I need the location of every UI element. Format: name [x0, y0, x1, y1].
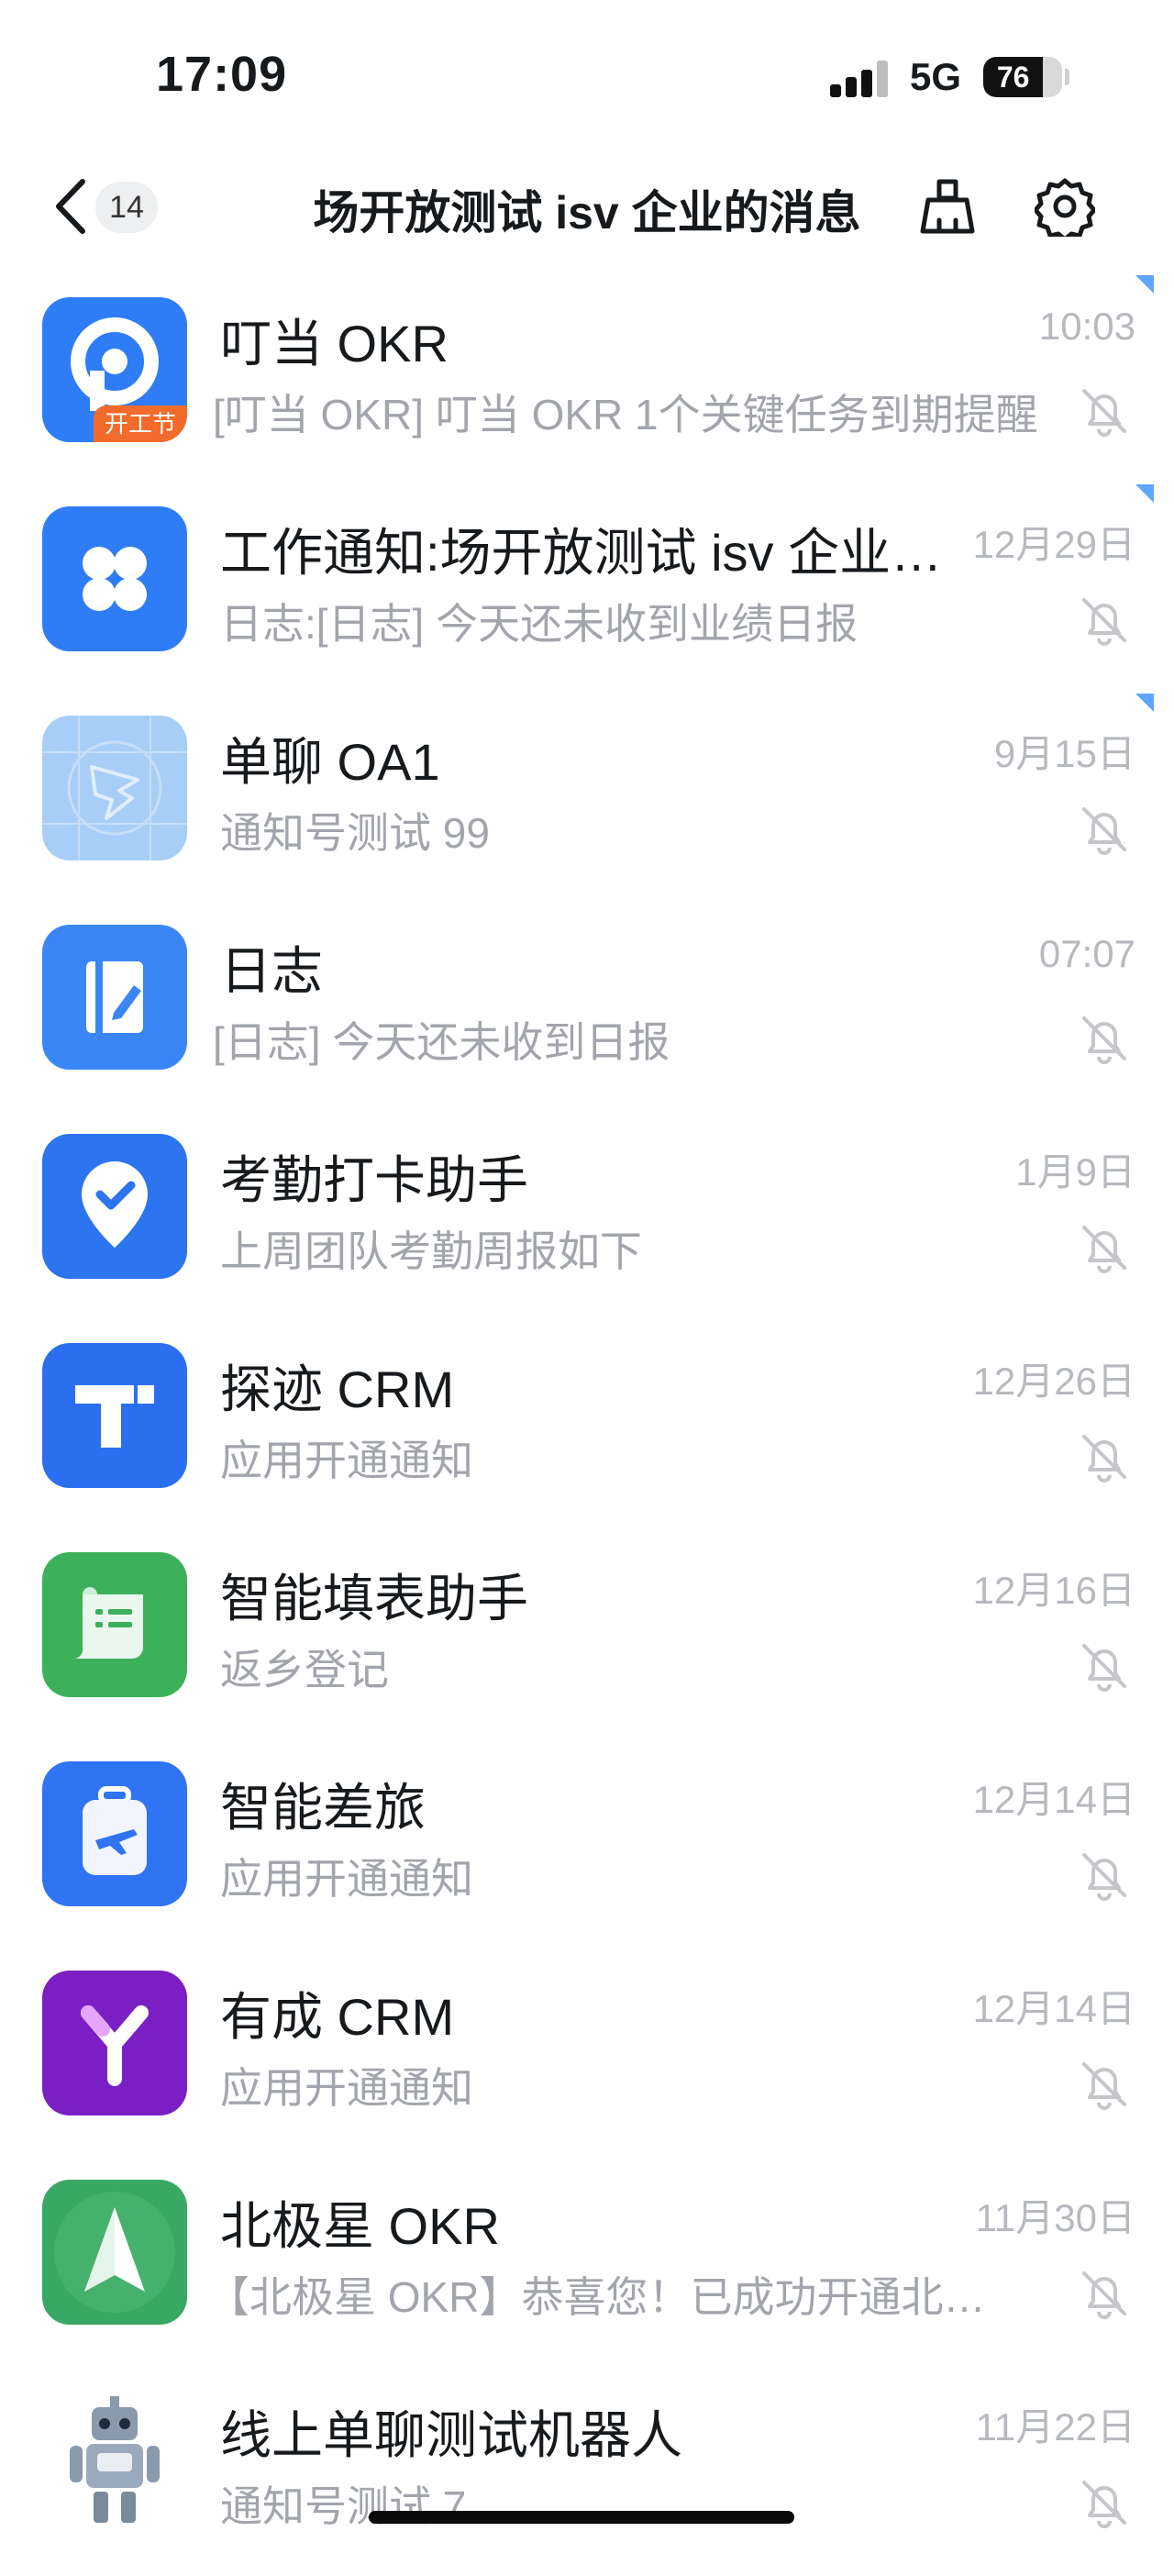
list-item[interactable]: 日志 07:07 [日志] 今天还未收到日报 [0, 903, 1174, 1112]
conversation-name: 工作通知:场开放测试 isv 企业 ... [220, 524, 945, 582]
network-type: 5G [910, 55, 962, 98]
bell-off-icon [1082, 1016, 1126, 1064]
conversation-name: 日志 [220, 942, 323, 1000]
list-item[interactable]: 考勤打卡助手 1月9日 上周团队考勤周报如下 [0, 1112, 1174, 1321]
conversation-time: 12月14日 [972, 1987, 1135, 2030]
list-item[interactable]: 单聊 OA1 9月15日 通知号测试 99 [0, 694, 1174, 903]
dingdang-okr-icon: 开工节 [42, 297, 187, 442]
conversation-preview: 通知号测试 99 [220, 809, 490, 857]
list-item[interactable]: 探迹 CRM 12月26日 应用开通通知 [0, 1321, 1174, 1530]
conversation-preview: 返乡登记 [220, 1646, 389, 1693]
conversation-time: 11月22日 [975, 2405, 1135, 2448]
dingtalk-placeholder-icon [42, 716, 187, 861]
list-item[interactable]: 智能差旅 12月14日 应用开通通知 [0, 1739, 1174, 1949]
conversation-name: 智能差旅 [220, 1779, 426, 1837]
bell-off-icon [1082, 1853, 1126, 1901]
conversation-time: 12月29日 [972, 523, 1135, 566]
conversation-time: 1月9日 [1015, 1150, 1135, 1194]
list-item[interactable]: 开工节 叮当 OKR 10:03 [叮当 OKR] 叮当 OKR 1个关键任务到… [0, 275, 1174, 484]
tanji-crm-icon [42, 1343, 187, 1488]
journal-icon [42, 925, 187, 1070]
home-indicator[interactable] [369, 2511, 794, 2524]
battery-tip [1065, 69, 1069, 85]
polaris-arrow-icon [42, 2180, 187, 2325]
clock: 17:09 [156, 47, 288, 102]
bell-off-icon [1082, 2481, 1126, 2528]
page-title: 场开放测试 isv 企业的消息 [313, 187, 861, 239]
conversation-time: 9月15日 [993, 732, 1135, 775]
travel-suitcase-icon [42, 1761, 187, 1906]
gear-icon [1035, 178, 1095, 237]
youcheng-crm-icon [42, 1971, 187, 2115]
clover-icon [42, 506, 187, 651]
conversation-name: 叮当 OKR [220, 315, 449, 372]
bell-off-icon [1082, 389, 1126, 437]
conversation-name: 北极星 OKR [220, 2197, 500, 2255]
conversation-preview: 应用开通通知 [220, 2064, 473, 2112]
checkin-pin-icon [42, 1134, 187, 1279]
bell-off-icon [1082, 2062, 1126, 2110]
conversation-preview: 上周团队考勤周报如下 [220, 1227, 642, 1275]
conversation-name: 有成 CRM [220, 1988, 455, 2046]
conversation-time: 12月26日 [972, 1360, 1135, 1403]
list-item[interactable]: 智能填表助手 12月16日 返乡登记 [0, 1530, 1174, 1739]
conversation-time: 07:07 [1038, 932, 1135, 975]
conversation-name: 考勤打卡助手 [220, 1151, 528, 1209]
conversation-time: 12月14日 [972, 1778, 1135, 1821]
bell-off-icon [1082, 1644, 1126, 1692]
festival-tag: 开工节 [94, 405, 187, 442]
bell-off-icon [1082, 2271, 1126, 2319]
nav-bar: 14 场开放测试 isv 企业的消息 [0, 156, 1174, 257]
clean-broom-button[interactable] [914, 172, 981, 240]
back-button[interactable] [44, 174, 95, 239]
pinned-corner-marker [1135, 484, 1154, 503]
conversation-preview: 通知号测试 7 [220, 2482, 467, 2530]
conversation-preview: 日志:[日志] 今天还未收到业绩日报 [220, 600, 858, 648]
settings-button[interactable] [1031, 172, 1099, 240]
list-item[interactable]: 有成 CRM 12月14日 应用开通通知 [0, 1949, 1174, 2158]
conversation-name: 单聊 OA1 [220, 733, 440, 791]
conversation-name: 线上单聊测试机器人 [220, 2406, 682, 2464]
conversation-preview: 应用开通通知 [220, 1437, 473, 1484]
bell-off-icon [1082, 1435, 1126, 1482]
form-scroll-icon [42, 1552, 187, 1697]
conversation-preview: 【北极星 OKR】恭喜您！已成功开通北极星 OKR [207, 2273, 1005, 2321]
unread-count-badge[interactable]: 14 [95, 182, 158, 233]
battery-icon: 76 [983, 57, 1062, 97]
bell-off-icon [1082, 598, 1126, 646]
pinned-corner-marker [1135, 694, 1154, 712]
conversation-preview: [日志] 今天还未收到日报 [213, 1018, 670, 1066]
conversation-preview: [叮当 OKR] 叮当 OKR 1个关键任务到期提醒 [213, 391, 1038, 439]
pinned-corner-marker [1135, 275, 1154, 294]
conversation-name: 探迹 CRM [220, 1360, 455, 1418]
cellular-signal-icon [830, 61, 891, 97]
list-item[interactable]: 北极星 OKR 11月30日 【北极星 OKR】恭喜您！已成功开通北极星 OKR [0, 2158, 1174, 2367]
list-item[interactable]: 工作通知:场开放测试 isv 企业 ... 12月29日 日志:[日志] 今天还… [0, 484, 1174, 694]
conversation-time: 12月16日 [972, 1569, 1135, 1612]
bell-off-icon [1082, 807, 1126, 855]
battery-percent: 76 [996, 61, 1030, 94]
conversation-name: 智能填表助手 [220, 1570, 528, 1627]
conversation-time: 11月30日 [975, 2196, 1135, 2239]
status-bar: 17:09 5G 76 [0, 0, 1174, 138]
chevron-left-icon [56, 179, 85, 234]
conversation-time: 10:03 [1038, 305, 1135, 348]
broom-icon [920, 179, 975, 234]
bell-off-icon [1082, 1226, 1126, 1273]
robot-icon [42, 2389, 187, 2534]
conversation-preview: 应用开通通知 [220, 1855, 473, 1903]
